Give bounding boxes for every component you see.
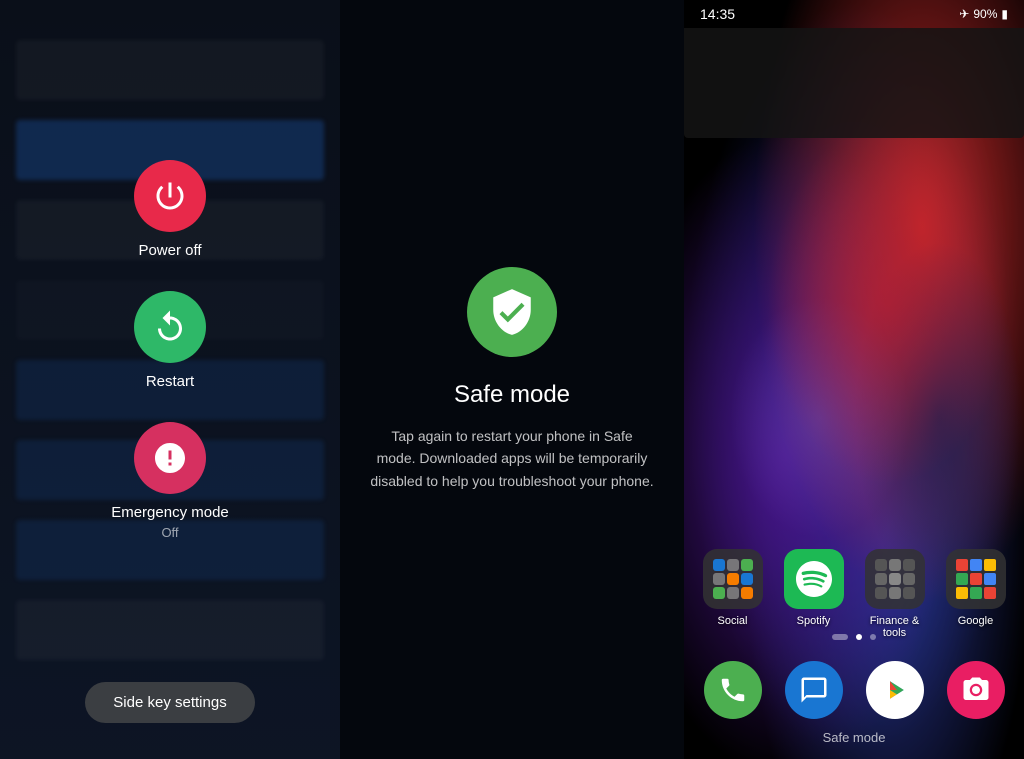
- finance-icon: [865, 549, 925, 609]
- dock-messages[interactable]: [777, 661, 850, 719]
- restart-label: Restart: [146, 373, 194, 390]
- restart-item[interactable]: Restart: [134, 291, 206, 390]
- app-grid: Social Spotify: [684, 549, 1024, 639]
- status-bar: 14:35 ✈ 90% ▮: [684, 0, 1024, 28]
- spotify-icon: [784, 549, 844, 609]
- battery-icon: ▮: [1001, 7, 1008, 21]
- social-label: Social: [718, 615, 748, 627]
- bg-settings-row-8: [16, 600, 324, 660]
- safe-mode-title: Safe mode: [454, 381, 570, 409]
- status-time: 14:35: [700, 6, 735, 22]
- phone-screen: 14:35 ✈ 90% ▮: [684, 0, 1024, 759]
- status-icons: ✈ 90% ▮: [959, 7, 1008, 21]
- restart-icon: [152, 309, 188, 345]
- side-key-settings-button[interactable]: Side key settings: [85, 682, 254, 723]
- safe-mode-description: Tap again to restart your phone in Safe …: [370, 425, 654, 492]
- chat-icon: [799, 675, 829, 705]
- safe-mode-bottom-label: Safe mode: [684, 730, 1024, 745]
- app-spotify[interactable]: Spotify: [777, 549, 850, 639]
- messages-icon: [785, 661, 843, 719]
- camera-icon-circle: [947, 661, 1005, 719]
- emergency-label: Emergency mode: [111, 504, 229, 521]
- dock-camera[interactable]: [939, 661, 1012, 719]
- finance-label: Finance & tools: [858, 615, 931, 639]
- power-off-item[interactable]: Power off: [134, 160, 206, 259]
- play-store-icon: [866, 661, 924, 719]
- phone-call-icon: [718, 675, 748, 705]
- emergency-icon-circle: [134, 422, 206, 494]
- emergency-sublabel: Off: [161, 525, 178, 540]
- emergency-item[interactable]: Emergency mode Off: [111, 422, 229, 540]
- bg-settings-row-1: [16, 40, 324, 100]
- restart-icon-circle: [134, 291, 206, 363]
- power-menu-content: Power off Restart Emergency mode Off: [111, 160, 229, 540]
- power-menu-panel: Power off Restart Emergency mode Off Sid…: [0, 0, 340, 759]
- safe-mode-panel[interactable]: Safe mode Tap again to restart your phon…: [340, 0, 684, 759]
- app-finance[interactable]: Finance & tools: [858, 549, 931, 639]
- emergency-icon: [152, 440, 188, 476]
- app-dock: [684, 661, 1024, 719]
- dock-phone[interactable]: [696, 661, 769, 719]
- google-icon: [946, 549, 1006, 609]
- social-icon: [703, 549, 763, 609]
- shield-check-icon: [487, 287, 537, 337]
- camera-lens-icon: [961, 675, 991, 705]
- phone-icon: [704, 661, 762, 719]
- play-triangle-icon: [880, 675, 910, 705]
- app-social[interactable]: Social: [696, 549, 769, 639]
- airplane-icon: ✈: [959, 7, 969, 21]
- app-google[interactable]: Google: [939, 549, 1012, 639]
- notification-shade: [684, 28, 1024, 138]
- power-icon: [152, 178, 188, 214]
- power-off-icon-circle: [134, 160, 206, 232]
- safe-mode-icon-circle: [467, 267, 557, 357]
- spotify-logo-icon: [796, 561, 832, 597]
- google-label: Google: [958, 615, 993, 627]
- power-off-label: Power off: [138, 242, 201, 259]
- battery-percentage: 90%: [973, 7, 997, 21]
- dock-play-store[interactable]: [858, 661, 931, 719]
- spotify-label: Spotify: [797, 615, 831, 627]
